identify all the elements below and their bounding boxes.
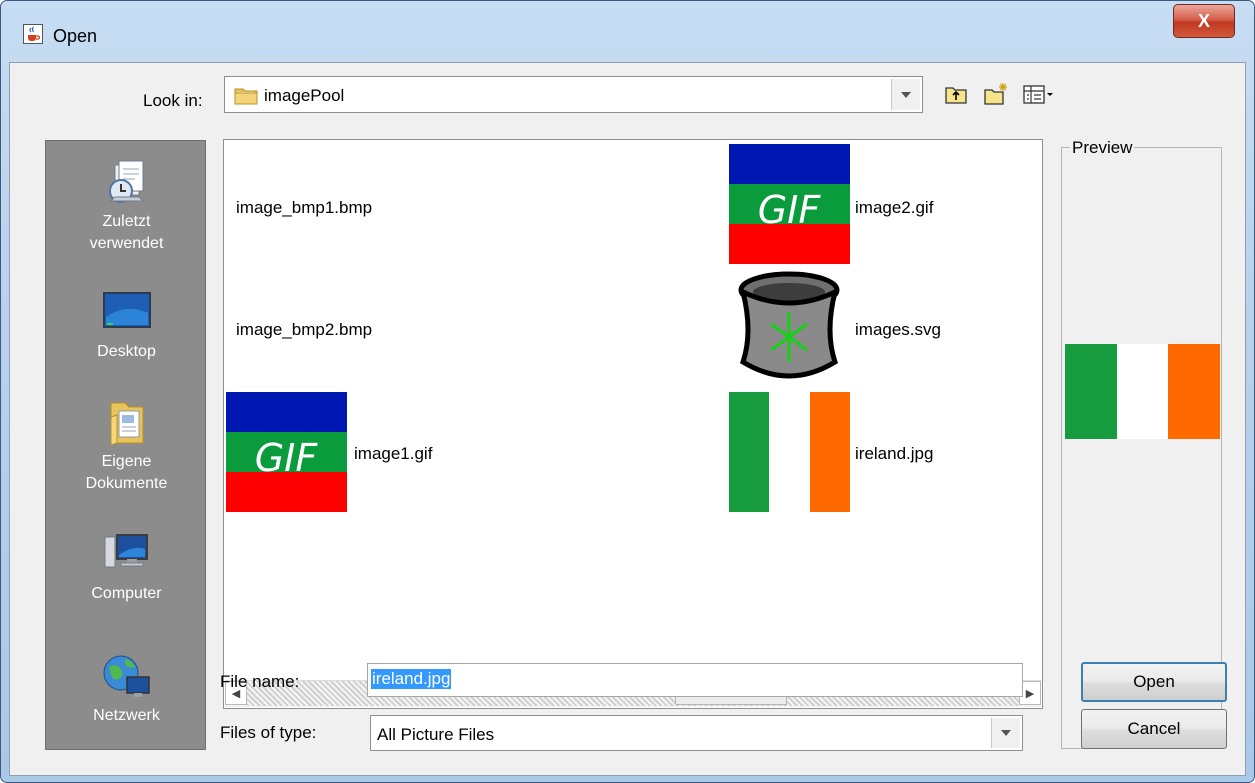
create-new-folder-button[interactable]	[983, 81, 1009, 107]
file-name: image_bmp1.bmp	[236, 198, 373, 217]
place-network[interactable]: Netzwerk	[46, 651, 207, 727]
documents-icon	[101, 397, 153, 449]
recent-items-icon	[101, 157, 153, 209]
places-bar: Zuletzt verwendet Desktop Eigene Dokumen…	[45, 140, 206, 750]
look-in-combo[interactable]: imagePool	[224, 76, 923, 113]
place-recent[interactable]: Zuletzt verwendet	[46, 157, 207, 255]
details-view-icon	[1023, 85, 1053, 104]
svg-pot-thumbnail	[738, 271, 840, 379]
title-bar[interactable]: Open X	[1, 1, 1254, 46]
arrow-right-icon: ▶	[1025, 687, 1035, 700]
irish-flag-thumbnail	[729, 392, 850, 512]
file-name: image1.gif	[354, 444, 433, 463]
cancel-button[interactable]: Cancel	[1081, 709, 1227, 749]
network-icon	[101, 651, 153, 703]
new-folder-icon	[984, 83, 1007, 105]
gif-thumb-text: GIF	[255, 436, 319, 480]
open-dialog: Open X Look in: imagePool Zuletzt verwen…	[0, 0, 1255, 783]
open-button-label: Open	[1133, 672, 1175, 691]
preview-panel: Preview	[1061, 138, 1222, 749]
preview-label: Preview	[1070, 138, 1135, 158]
folder-icon	[234, 85, 258, 110]
up-one-level-button[interactable]	[943, 81, 969, 107]
window-title: Open	[53, 26, 98, 46]
look-in-value: imagePool	[264, 86, 345, 105]
file-name: ireland.jpg	[855, 444, 934, 463]
place-label: Netzwerk	[93, 707, 160, 724]
gif-thumbnail: GIF	[226, 392, 347, 512]
chevron-down-icon	[901, 91, 911, 98]
computer-icon	[101, 529, 153, 581]
file-name-label: File name:	[220, 672, 300, 691]
file-name-field[interactable]: ireland.jpg	[367, 663, 1023, 697]
files-of-type-label: Files of type:	[220, 723, 317, 742]
files-of-type-combo[interactable]: All Picture Files	[370, 715, 1023, 751]
cancel-button-label: Cancel	[1127, 719, 1181, 738]
dialog-body: Look in: imagePool Zuletzt verwendet Des…	[9, 62, 1246, 776]
file-name: image_bmp2.bmp	[236, 320, 373, 339]
folder-up-icon	[945, 87, 967, 104]
place-label: Desktop	[97, 343, 156, 360]
close-button[interactable]: X	[1173, 4, 1235, 38]
place-label: Computer	[91, 585, 162, 602]
file-name: image2.gif	[855, 198, 934, 217]
place-label: Zuletzt verwendet	[89, 213, 164, 252]
look-in-label: Look in:	[143, 91, 203, 110]
gif-thumbnail: GIF	[729, 144, 850, 264]
look-in-dropdown-button[interactable]	[891, 79, 920, 110]
close-icon: X	[1197, 11, 1210, 31]
place-desktop[interactable]: Desktop	[46, 287, 207, 363]
place-computer[interactable]: Computer	[46, 529, 207, 605]
chevron-down-icon	[1001, 730, 1011, 736]
view-menu-button[interactable]	[1022, 81, 1058, 107]
file-name-value: ireland.jpg	[371, 669, 452, 689]
place-label: Eigene Dokumente	[85, 453, 168, 492]
file-list[interactable]: image_bmp1.bmp image_bmp2.bmp GIF image1…	[223, 139, 1043, 709]
preview-image	[1065, 344, 1221, 439]
files-of-type-value: All Picture Files	[377, 725, 495, 744]
file-name: images.svg	[855, 320, 941, 339]
place-documents[interactable]: Eigene Dokumente	[46, 397, 207, 495]
desktop-icon	[101, 287, 153, 339]
gif-thumb-text: GIF	[758, 188, 822, 232]
open-button[interactable]: Open	[1081, 662, 1227, 702]
files-of-type-dropdown-button[interactable]	[991, 718, 1020, 748]
java-cup-icon	[23, 24, 43, 44]
